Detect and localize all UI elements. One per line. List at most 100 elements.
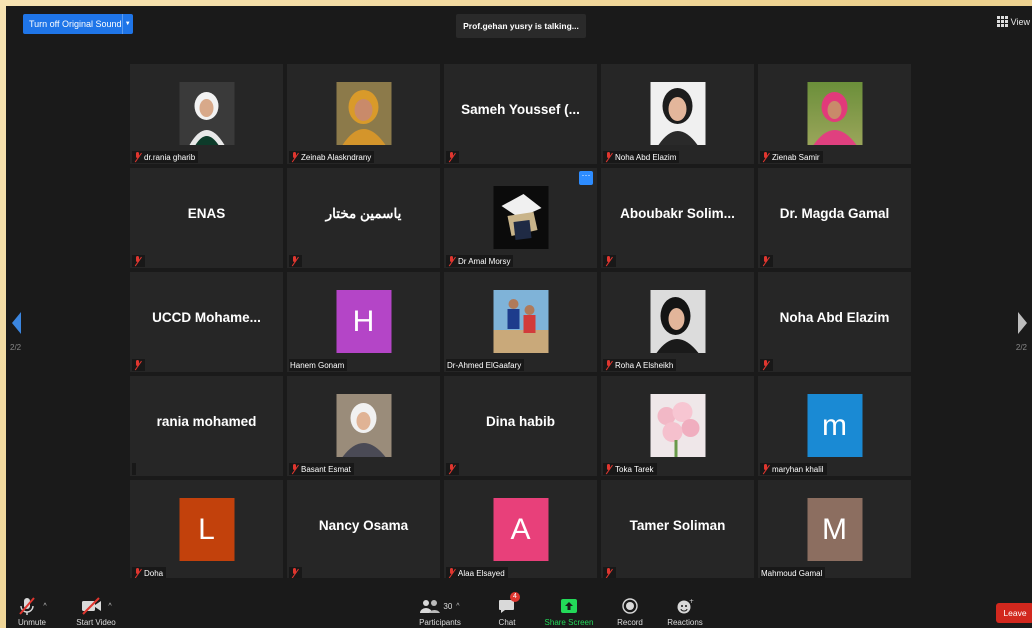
participant-display-name: UCCD Mohame... — [152, 310, 261, 325]
microphone-muted-icon — [604, 568, 613, 578]
microphone-muted-icon — [290, 568, 299, 578]
share-screen-button[interactable]: Share Screen — [542, 594, 596, 628]
record-button[interactable]: Record — [612, 594, 648, 628]
participant-name-label — [446, 151, 459, 163]
participant-avatar: L — [179, 498, 234, 561]
unmute-label: Unmute — [17, 618, 46, 627]
reactions-button[interactable]: + Reactions — [664, 594, 706, 628]
participants-label: Participants — [419, 618, 461, 627]
participants-icon — [420, 600, 441, 613]
participant-photo — [650, 290, 705, 353]
participant-name-label — [132, 255, 145, 267]
microphone-muted-icon — [604, 152, 613, 162]
microphone-muted-icon — [133, 568, 142, 578]
participant-name: Toka Tarek — [615, 464, 654, 474]
participant-name: Basant Esmat — [301, 464, 351, 474]
microphone-muted-icon — [761, 464, 770, 474]
view-label: View — [1010, 16, 1030, 27]
view-button[interactable]: View — [996, 16, 1030, 27]
microphone-muted-icon — [604, 464, 613, 474]
participant-name: Alaa Elsayed — [458, 568, 505, 578]
participant-tile[interactable]: L Doha — [130, 480, 283, 580]
participant-display-name: Aboubakr Solim... — [620, 206, 735, 221]
chevron-up-icon[interactable]: ^ — [108, 603, 111, 610]
original-sound-button[interactable]: Turn off Original Sound ▼ — [23, 14, 133, 34]
participant-avatar: A — [493, 498, 548, 561]
microphone-muted-icon — [447, 256, 456, 266]
unmute-button[interactable]: ^ Unmute — [12, 594, 52, 628]
participant-name-label: Toka Tarek — [603, 463, 657, 475]
chat-button[interactable]: 4 Chat — [492, 592, 522, 628]
participant-tile[interactable]: M Mahmoud Gamal — [758, 480, 911, 580]
participant-name-label: maryhan khalil — [760, 463, 827, 475]
microphone-muted-icon — [761, 152, 770, 162]
leave-button[interactable]: Leave — [996, 603, 1032, 623]
participant-name: Hanem Gonam — [290, 360, 345, 370]
svg-text:+: + — [689, 598, 694, 605]
participant-tile[interactable]: Noha Abd Elazim — [758, 272, 911, 372]
original-sound-label: Turn off Original Sound — [29, 19, 122, 29]
participant-tile[interactable]: dr.rania gharib — [130, 64, 283, 164]
participant-name: Mahmoud Gamal — [761, 568, 823, 578]
chevron-down-icon[interactable]: ▼ — [121, 14, 133, 34]
participant-name: Dr Amal Morsy — [458, 256, 511, 266]
participant-name-label — [760, 255, 773, 267]
record-label: Record — [617, 618, 643, 627]
participant-tile[interactable]: Tamer Soliman — [601, 480, 754, 580]
microphone-muted-icon — [290, 464, 299, 474]
participant-tile[interactable]: Toka Tarek — [601, 376, 754, 476]
participant-name-label: dr.rania gharib — [132, 151, 199, 163]
participant-tile[interactable]: H Hanem Gonam — [287, 272, 440, 372]
participants-button[interactable]: 30 ^ Participants — [410, 594, 470, 628]
chevron-up-icon[interactable]: ^ — [43, 603, 46, 610]
participant-tile[interactable]: Roha A Elsheikh — [601, 272, 754, 372]
participant-tile[interactable]: rania mohamed — [130, 376, 283, 476]
microphone-muted-icon — [604, 360, 613, 370]
participant-tile[interactable]: Sameh Youssef (... — [444, 64, 597, 164]
participant-photo — [650, 82, 705, 145]
participant-photo — [493, 186, 548, 249]
participant-tile[interactable]: Zeinab Alaskndrany — [287, 64, 440, 164]
participant-tile[interactable]: ENAS — [130, 168, 283, 268]
participant-name-label — [446, 463, 459, 475]
participant-tile[interactable]: ياسمين مختار — [287, 168, 440, 268]
participant-name-label — [603, 255, 616, 267]
participant-tile[interactable]: Zienab Samir — [758, 64, 911, 164]
participant-name: Doha — [144, 568, 164, 578]
participant-tile[interactable]: Dr-Ahmed ElGaafary — [444, 272, 597, 372]
page-indicator-right: 2/2 — [1015, 343, 1027, 352]
next-page-icon[interactable] — [1018, 312, 1027, 334]
participant-display-name: Dina habib — [485, 414, 555, 429]
participant-name-label — [132, 359, 145, 371]
participant-display-name: Nancy Osama — [318, 518, 409, 533]
participant-name-label: Hanem Gonam — [289, 359, 348, 371]
chat-badge: 4 — [510, 592, 520, 602]
participant-tile[interactable]: m maryhan khalil — [758, 376, 911, 476]
participant-name: Zeinab Alaskndrany — [301, 152, 372, 162]
participant-tile[interactable]: Basant Esmat — [287, 376, 440, 476]
reactions-icon: + — [677, 598, 694, 614]
previous-page-icon[interactable] — [12, 312, 21, 334]
participant-display-name: Sameh Youssef (... — [461, 102, 580, 117]
more-options-icon[interactable]: ··· — [579, 171, 593, 185]
participant-name-label: Zienab Samir — [760, 151, 823, 163]
participant-tile[interactable]: Nancy Osama — [287, 480, 440, 580]
participant-tile[interactable]: Dr Amal Morsy ··· — [444, 168, 597, 268]
start-video-button[interactable]: ^ Start Video — [68, 594, 124, 628]
participant-tile[interactable]: A Alaa Elsayed — [444, 480, 597, 580]
participant-tile[interactable]: Aboubakr Solim... — [601, 168, 754, 268]
microphone-muted-icon — [133, 360, 142, 370]
participant-tile[interactable]: Dr. Magda Gamal — [758, 168, 911, 268]
active-speaker-banner: Prof.gehan yusry is talking... — [456, 14, 586, 38]
participant-tile[interactable]: Dina habib — [444, 376, 597, 476]
participant-photo — [650, 394, 705, 457]
video-off-icon — [82, 597, 102, 615]
participant-photo — [336, 394, 391, 457]
page-indicator-left: 2/2 — [10, 343, 22, 352]
participant-tile[interactable]: Noha Abd Elazim — [601, 64, 754, 164]
microphone-muted-icon — [761, 256, 770, 266]
participant-tile[interactable]: UCCD Mohame... — [130, 272, 283, 372]
participant-avatar: m — [807, 394, 862, 457]
participant-avatar: H — [336, 290, 391, 353]
chevron-up-icon[interactable]: ^ — [456, 603, 459, 610]
